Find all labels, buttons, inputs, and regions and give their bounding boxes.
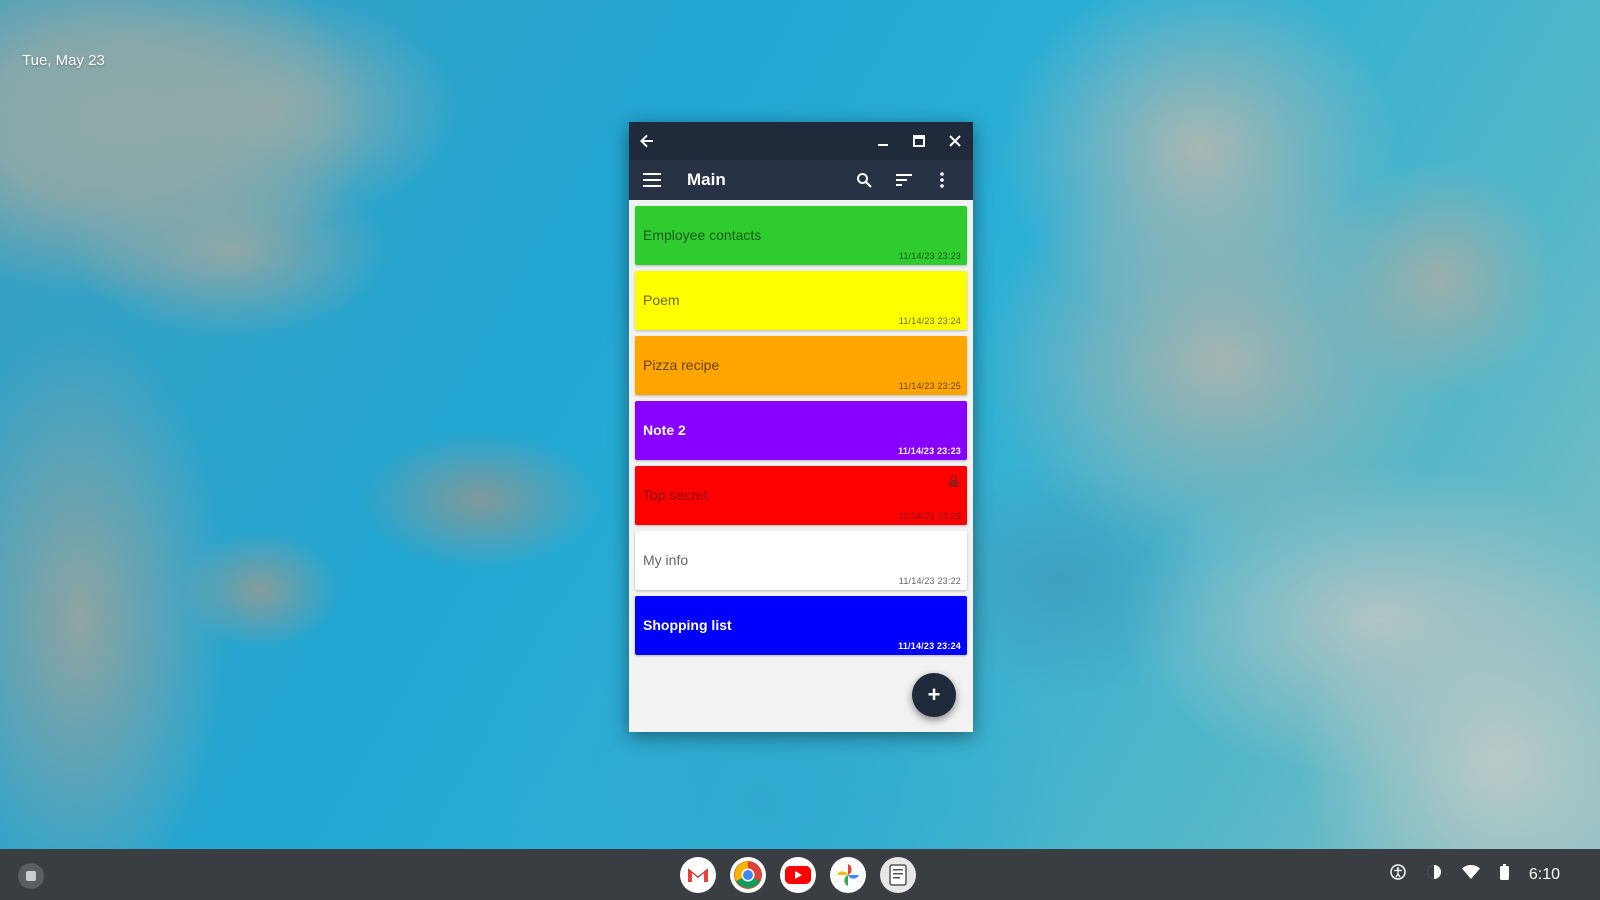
note-card-my-info[interactable]: My info 11/14/23 23:22 [635,531,967,590]
status-tray[interactable]: 6:10 [1390,849,1560,900]
gmail-icon[interactable] [680,857,716,893]
window-titlebar [629,122,973,160]
accessibility-icon [1390,864,1406,885]
photos-icon[interactable] [830,857,866,893]
note-card-employee-contacts[interactable]: Employee contacts 11/14/23 23:23 [635,206,967,265]
wifi-icon [1461,865,1480,884]
note-title: Employee contacts [643,227,762,243]
chrome-icon[interactable] [730,857,766,893]
launcher-button[interactable] [18,863,44,889]
note-card-top-secret[interactable]: Top secret 11/14/23 23:26 [635,466,967,525]
add-note-button[interactable]: + [912,673,956,717]
notes-app-icon[interactable] [880,857,916,893]
note-date: 11/14/23 23:25 [898,381,961,391]
back-arrow-icon[interactable] [629,122,665,160]
maximize-icon[interactable] [901,122,937,160]
note-date: 11/14/23 23:22 [898,576,961,586]
more-options-icon[interactable] [925,160,959,200]
note-card-shopping-list[interactable]: Shopping list 11/14/23 23:24 [635,596,967,655]
shelf: 6:10 [0,849,1600,900]
note-card-pizza-recipe[interactable]: Pizza recipe 11/14/23 23:25 [635,336,967,395]
note-date: 11/14/23 23:23 [898,251,961,261]
brightness-icon [1426,864,1442,885]
note-title: My info [643,552,689,568]
note-date: 11/14/23 23:24 [898,316,961,326]
note-date: 11/14/23 23:26 [898,511,961,521]
app-toolbar: Main [629,160,973,200]
note-title: Pizza recipe [643,357,720,373]
note-card-poem[interactable]: Poem 11/14/23 23:24 [635,271,967,330]
menu-icon[interactable] [635,160,669,200]
clock-time: 6:10 [1528,865,1560,883]
search-icon[interactable] [847,160,881,200]
youtube-icon[interactable] [780,857,816,893]
lock-icon [949,474,959,487]
desktop-date: Tue, May 23 [22,52,105,69]
app-window: Main Employee contacts 11/14/23 23:23 Po… [629,122,973,732]
note-date: 11/14/23 23:24 [898,641,961,651]
shelf-apps [680,857,916,893]
note-date: 11/14/23 23:23 [898,446,961,456]
note-title: Top secret [643,487,708,503]
toolbar-title: Main [687,170,726,189]
minimize-icon[interactable] [865,122,901,160]
close-icon[interactable] [937,122,973,160]
note-card-note-2[interactable]: Note 2 11/14/23 23:23 [635,401,967,460]
note-title: Note 2 [643,422,686,438]
note-list: Employee contacts 11/14/23 23:23 Poem 11… [635,206,967,661]
note-title: Poem [643,292,680,308]
sort-icon[interactable] [887,160,921,200]
battery-icon [1499,864,1509,885]
note-title: Shopping list [643,617,732,633]
